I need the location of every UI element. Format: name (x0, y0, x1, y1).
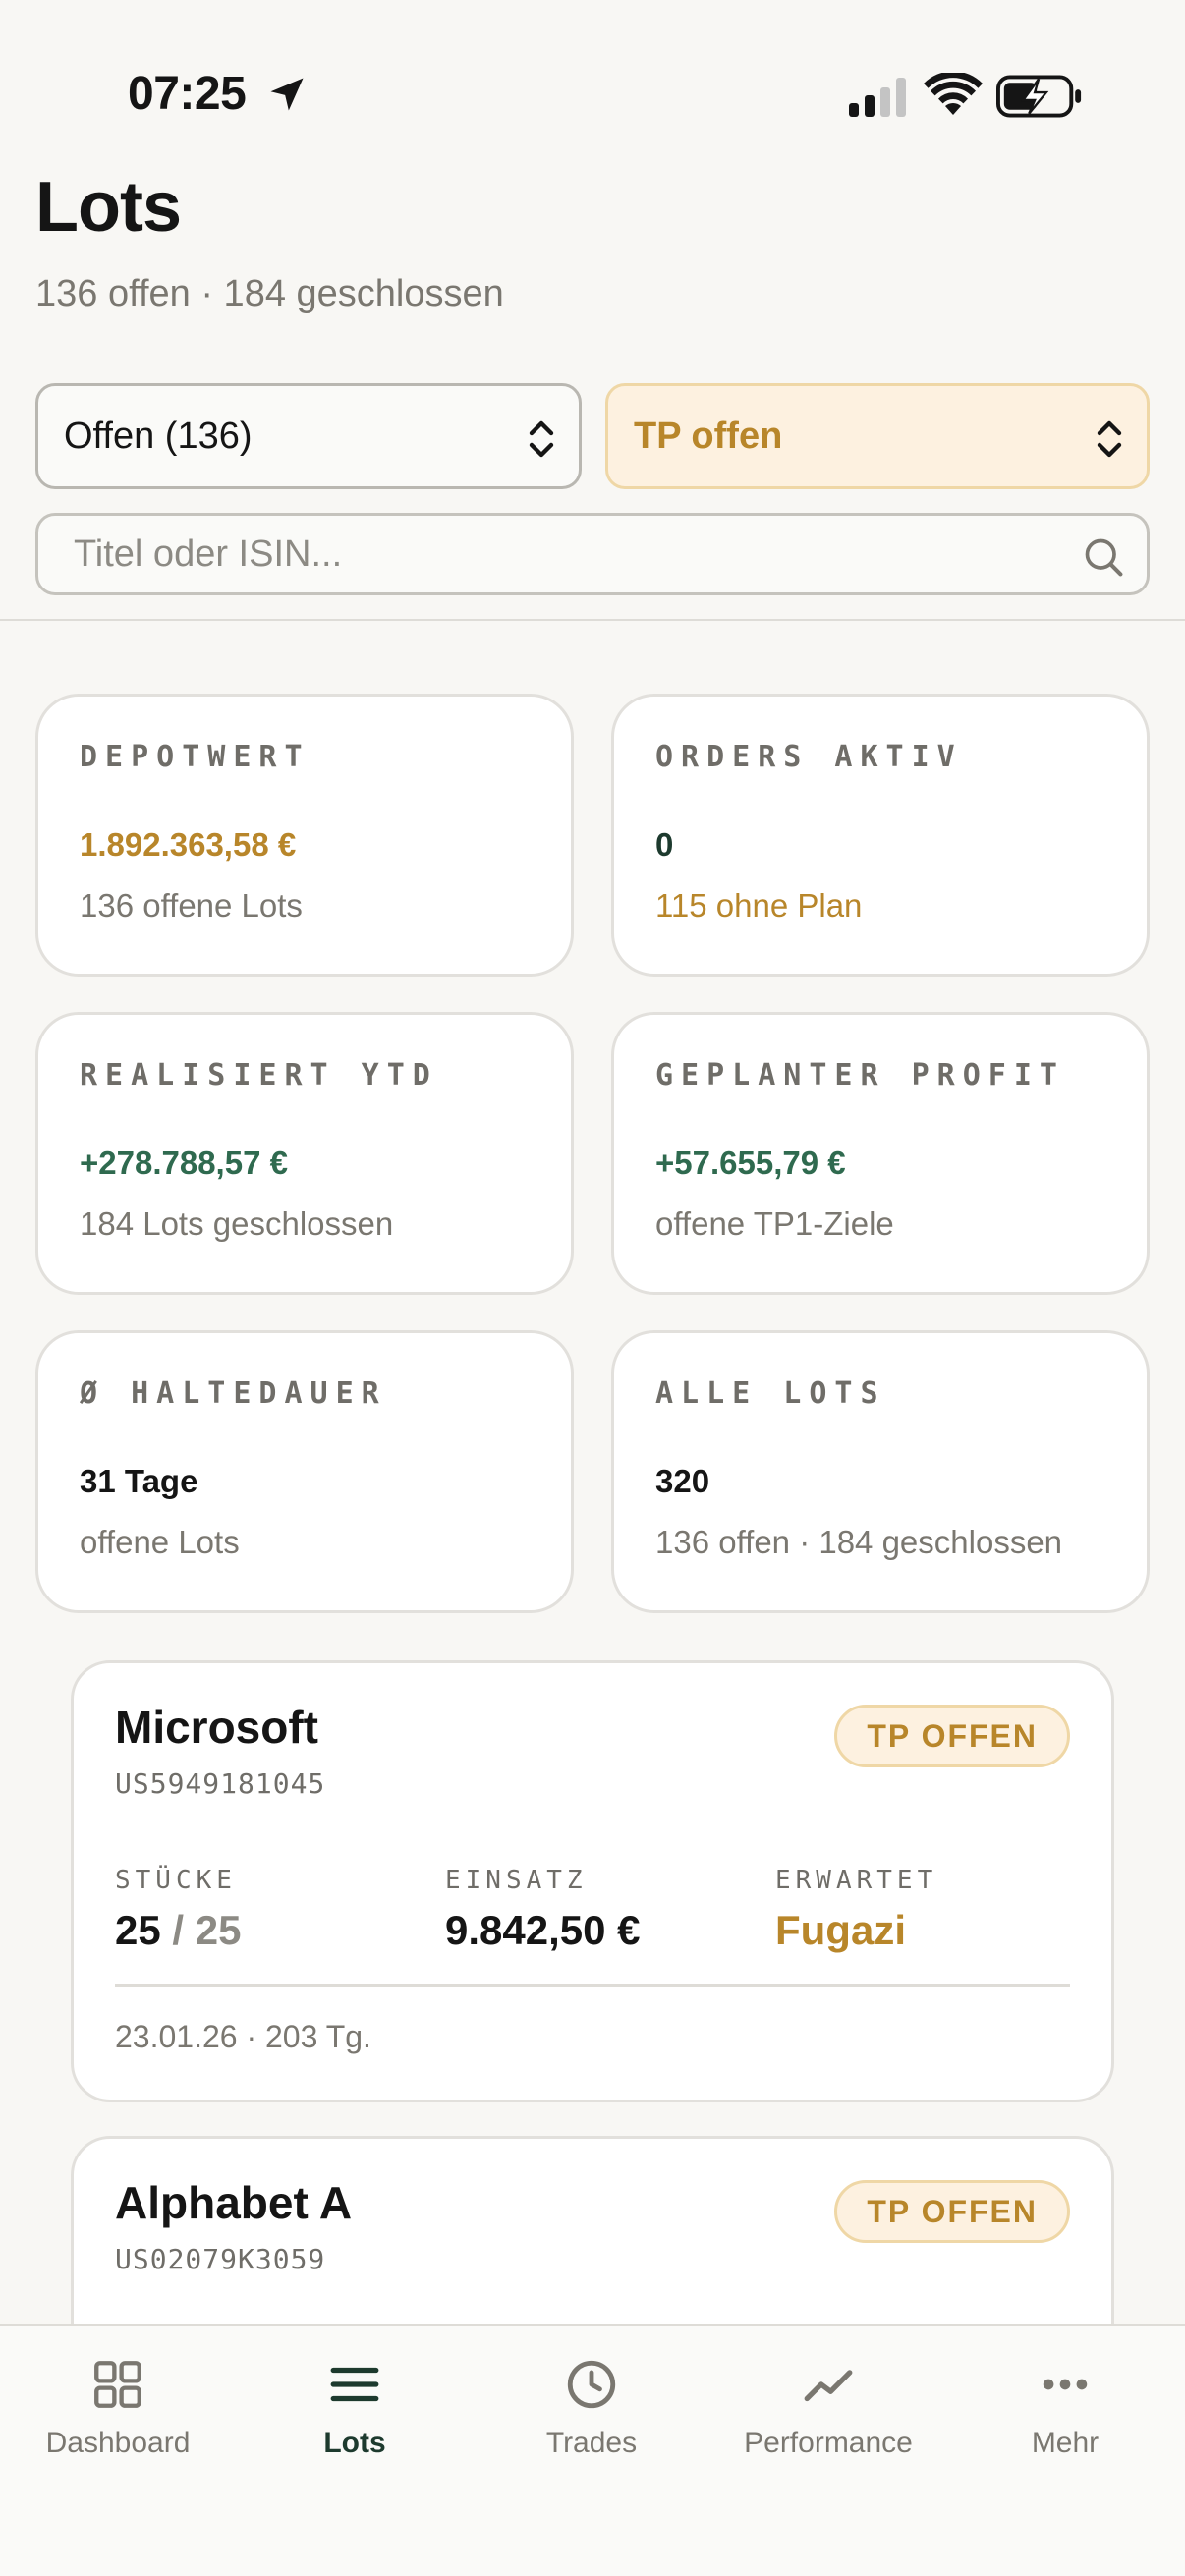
lot-divider (115, 1984, 1070, 1987)
more-icon (1043, 2379, 1088, 2390)
status-time: 07:25 (128, 68, 247, 120)
stat-label: REALISIERT YTD (80, 1058, 438, 1092)
clock-icon (567, 2360, 616, 2409)
tab-bar: Dashboard Lots Trades Performance Mehr (0, 2324, 1185, 2576)
status-bar: 07:25 (0, 0, 1185, 187)
tab-mehr[interactable]: Mehr (947, 2356, 1183, 2460)
lot-isin: US5949181045 (115, 1767, 326, 1800)
lot-name: Microsoft (115, 1702, 318, 1753)
wifi-icon (924, 73, 983, 115)
tab-label: Mehr (1031, 2427, 1100, 2459)
stat-card-depotwert: DEPOTWERT 1.892.363,58 € 136 offene Lots (35, 694, 574, 977)
tab-label: Performance (744, 2427, 913, 2459)
stat-label: DEPOTWERT (80, 740, 310, 774)
grid-icon (94, 2361, 141, 2408)
stat-value: 1.892.363,58 € (80, 826, 297, 863)
chevron-up-down-icon (1097, 420, 1122, 458)
lot-isin: US02079K3059 (115, 2243, 326, 2275)
tp-filter-select[interactable]: TP offen (605, 383, 1150, 489)
lot-pieces-value: 25 / 25 (115, 1907, 241, 1954)
stat-value: +57.655,79 € (655, 1145, 846, 1181)
tp-filter-value: TP offen (634, 415, 783, 457)
status-badge: TP OFFEN (834, 1705, 1070, 1767)
search-input[interactable] (74, 532, 1056, 576)
lot-pieces-total: 25 (195, 1907, 242, 1953)
stat-card-realisiert-ytd: REALISIERT YTD +278.788,57 € 184 Lots ge… (35, 1012, 574, 1295)
stat-label: Ø HALTEDAUER (80, 1376, 387, 1411)
lot-expected-label: ERWARTET (775, 1866, 938, 1895)
tab-dashboard[interactable]: Dashboard (0, 2356, 236, 2460)
stat-value: 320 (655, 1463, 710, 1499)
stat-sub: 136 offene Lots (80, 887, 303, 924)
header-divider (0, 619, 1185, 621)
list-icon (330, 2367, 379, 2402)
lot-pieces: STÜCKE 25 / 25 (115, 1866, 241, 1954)
stat-sub: 184 Lots geschlossen (80, 1205, 394, 1242)
stat-value: +278.788,57 € (80, 1145, 288, 1181)
status-filter-select[interactable]: Offen (136) (35, 383, 582, 489)
stat-value: 31 Tage (80, 1463, 198, 1499)
battery-charging-icon (996, 75, 1082, 118)
stat-sub: offene Lots (80, 1524, 240, 1560)
stat-card-geplanter-profit: GEPLANTER PROFIT +57.655,79 € offene TP1… (611, 1012, 1150, 1295)
stat-sub: 115 ohne Plan (655, 887, 863, 924)
lot-expected: ERWARTET Fugazi (775, 1866, 937, 1954)
search-field[interactable] (35, 513, 1150, 595)
status-badge: TP OFFEN (834, 2180, 1070, 2243)
location-arrow-icon (270, 78, 304, 111)
lot-stake-value: 9.842,50 € (445, 1907, 641, 1953)
stat-sub: offene TP1-Ziele (655, 1205, 894, 1242)
lot-pieces-label: STÜCKE (115, 1866, 237, 1895)
lot-expected-value: Fugazi (775, 1907, 906, 1953)
tab-trades[interactable]: Trades (474, 2356, 709, 2460)
stat-card-alle-lots: ALLE LOTS 320 136 offen · 184 geschlosse… (611, 1330, 1150, 1613)
tab-label: Lots (323, 2427, 386, 2459)
cellular-signal-icon (849, 78, 906, 117)
page-subtitle: 136 offen · 184 geschlossen (35, 273, 504, 314)
chevron-up-down-icon (529, 420, 554, 458)
lot-stake-label: EINSATZ (445, 1866, 588, 1895)
stat-sub: 136 offen · 184 geschlossen (655, 1524, 1063, 1560)
lot-name: Alphabet A (115, 2177, 353, 2228)
stat-card-haltedauer: Ø HALTEDAUER 31 Tage offene Lots (35, 1330, 574, 1613)
page-title: Lots (35, 168, 182, 247)
search-icon[interactable] (1082, 535, 1125, 579)
lot-pieces-open: 25 (115, 1907, 161, 1953)
lot-pieces-separator: / (172, 1907, 185, 1953)
stat-label: ALLE LOTS (655, 1376, 886, 1411)
stat-label: ORDERS AKTIV (655, 740, 963, 774)
trend-icon (804, 2370, 853, 2402)
lot-stake: EINSATZ 9.842,50 € (445, 1866, 641, 1954)
status-filter-value: Offen (136) (64, 415, 253, 457)
tab-label: Trades (545, 2427, 638, 2459)
tab-lots[interactable]: Lots (237, 2356, 473, 2460)
lot-card-microsoft[interactable]: Microsoft US5949181045 TP OFFEN STÜCKE 2… (71, 1660, 1114, 2102)
stat-card-orders-aktiv: ORDERS AKTIV 0 115 ohne Plan (611, 694, 1150, 977)
tab-performance[interactable]: Performance (710, 2356, 946, 2460)
lot-footer: 23.01.26 · 203 Tg. (115, 2019, 371, 2054)
tab-label: Dashboard (45, 2427, 191, 2459)
stat-label: GEPLANTER PROFIT (655, 1058, 1065, 1092)
stat-value: 0 (655, 826, 674, 863)
